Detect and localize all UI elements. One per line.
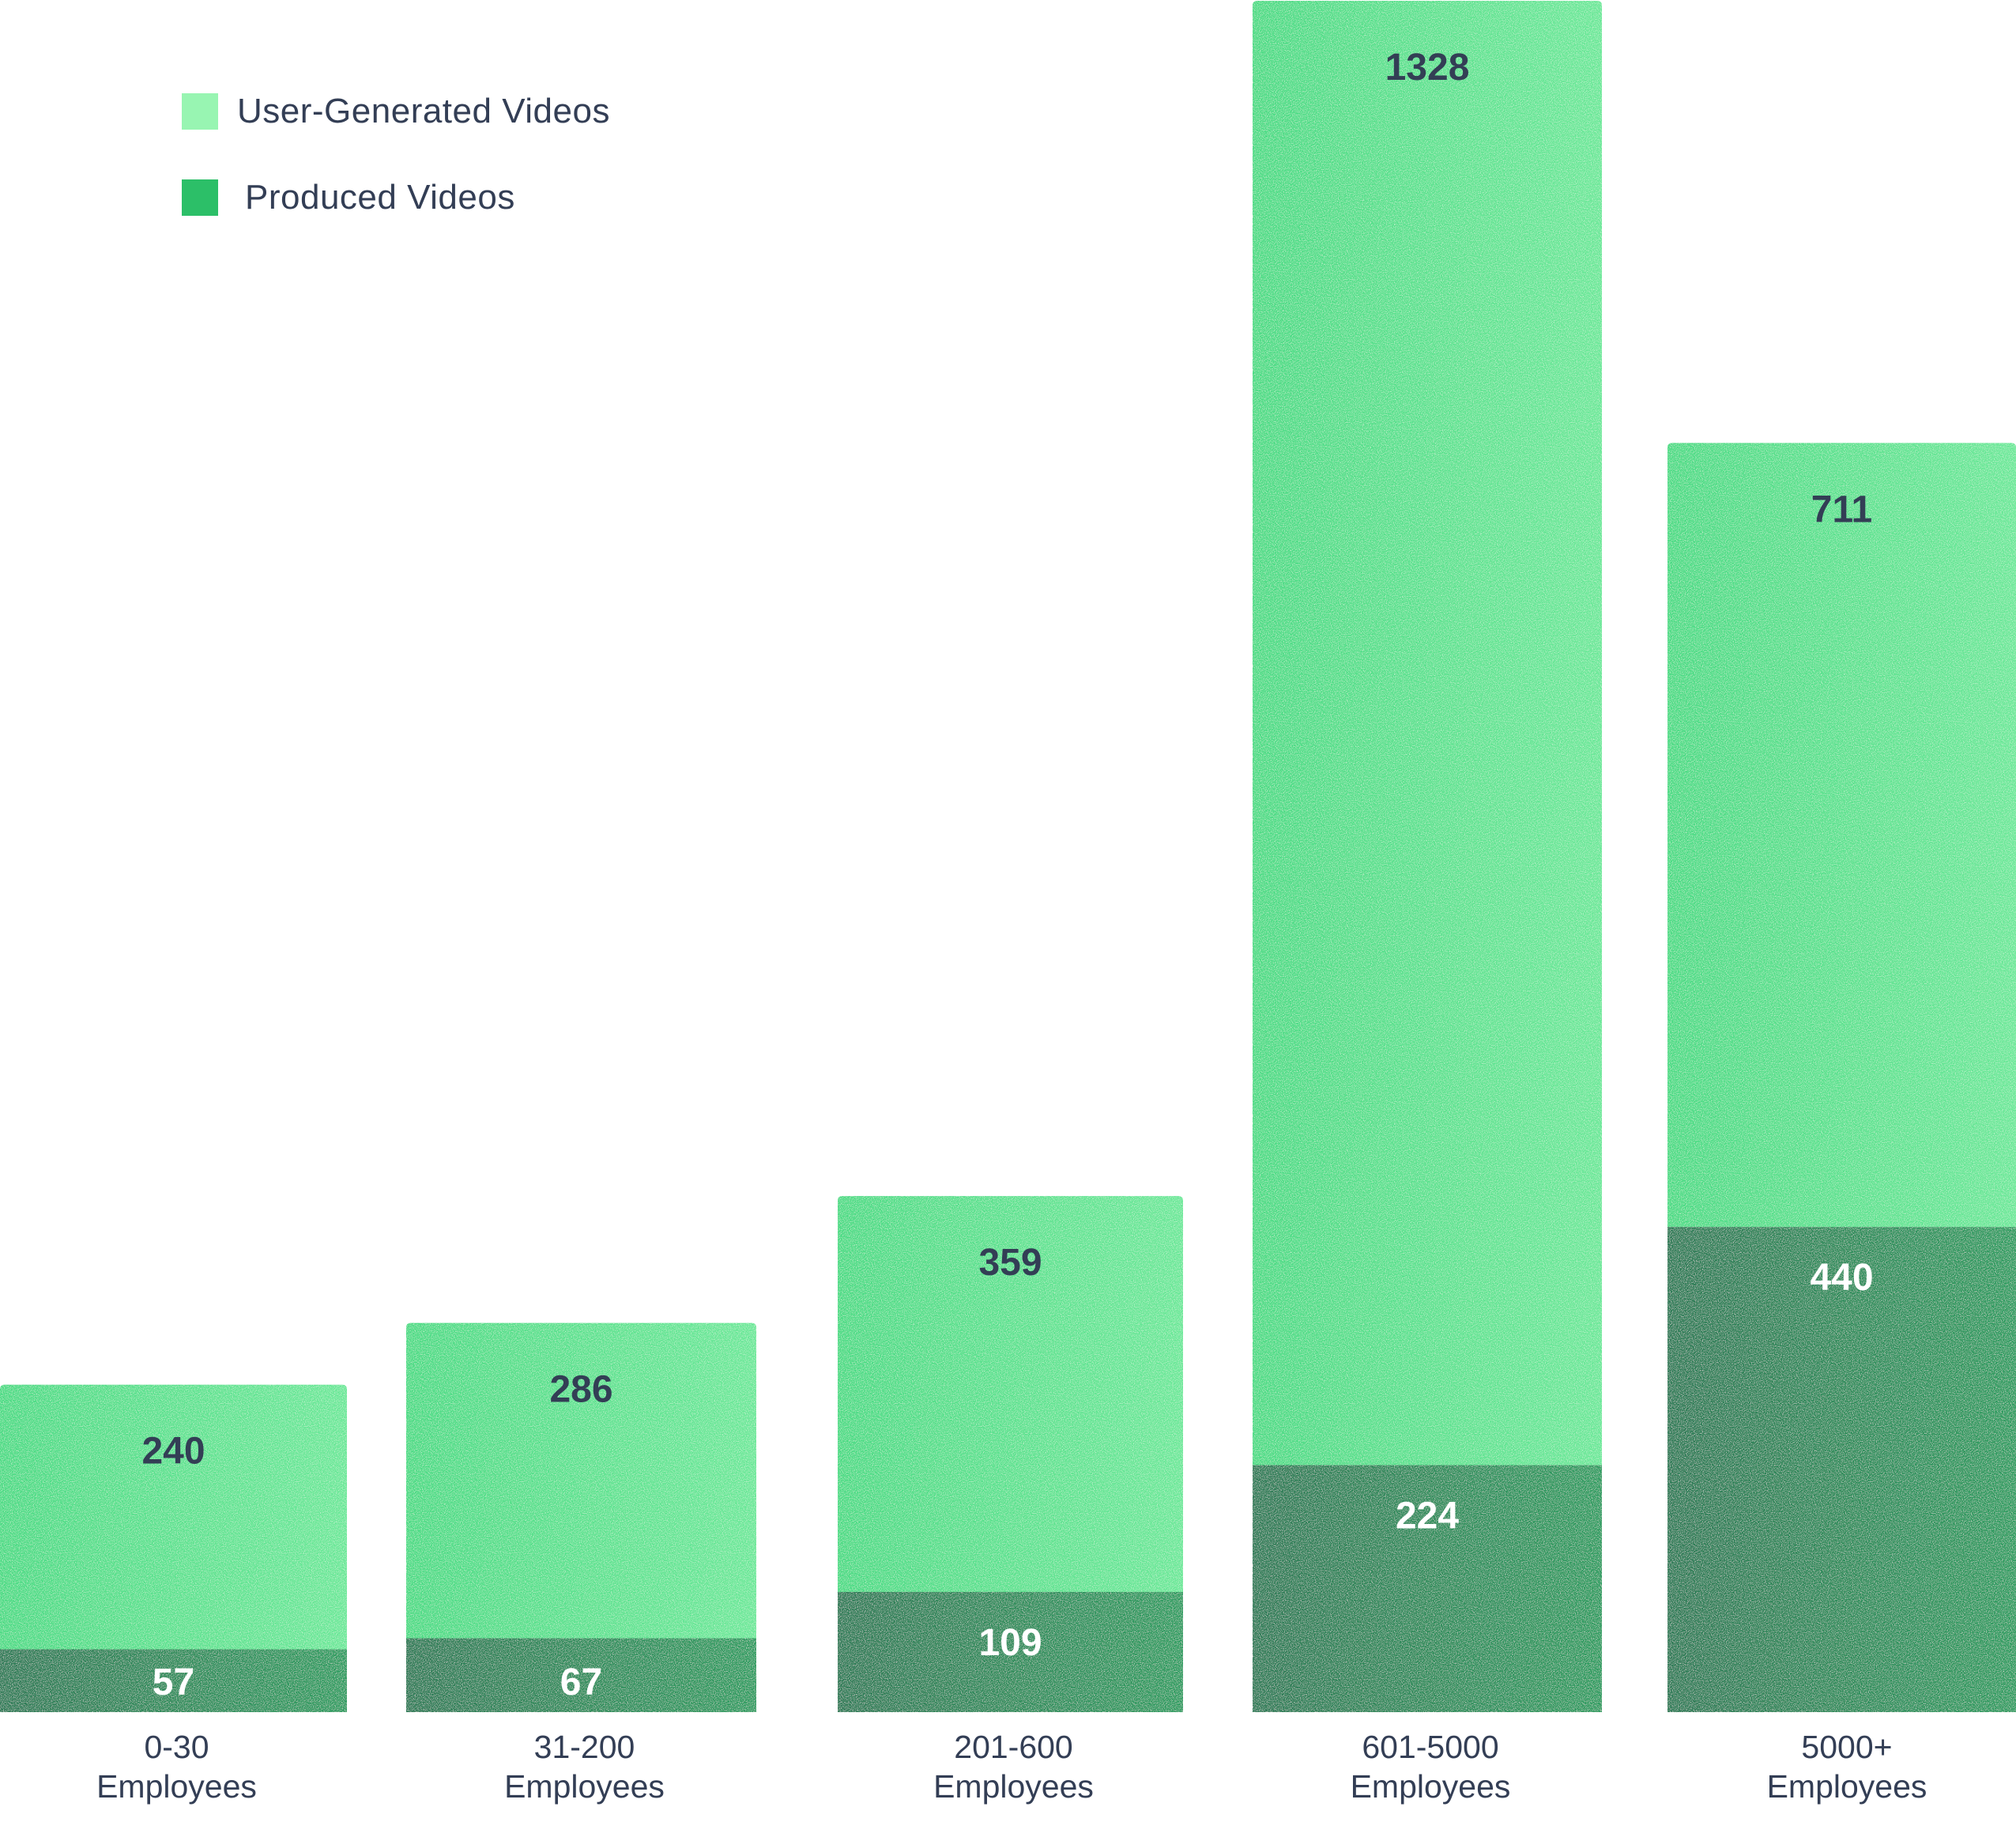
category-label-2-line-0: 201-600 bbox=[954, 1729, 1072, 1765]
category-label-0-line-0: 0-30 bbox=[144, 1729, 209, 1765]
category-label-3-line-1: Employees bbox=[1351, 1768, 1511, 1805]
value-label-produced-2: 109 bbox=[978, 1622, 1042, 1664]
value-label-user-generated-1: 286 bbox=[549, 1369, 612, 1411]
category-label-3-line-0: 601-5000 bbox=[1362, 1729, 1498, 1765]
bar-user-generated-3 bbox=[1253, 1, 1602, 1466]
category-label-0-line-1: Employees bbox=[96, 1768, 257, 1805]
value-label-user-generated-3: 1328 bbox=[1385, 47, 1470, 89]
bar-user-generated-0 bbox=[0, 1384, 347, 1650]
value-label-user-generated-2: 359 bbox=[978, 1242, 1042, 1284]
value-label-user-generated-0: 240 bbox=[141, 1431, 205, 1473]
stacked-bar-chart: 240570-30Employees2866731-200Employees35… bbox=[0, 1, 2016, 1805]
value-label-produced-3: 224 bbox=[1396, 1496, 1459, 1537]
bar-user-generated-4 bbox=[1667, 443, 2016, 1228]
value-label-user-generated-4: 711 bbox=[1811, 489, 1872, 530]
value-label-produced-0: 57 bbox=[153, 1662, 194, 1703]
category-label-2-line-1: Employees bbox=[933, 1768, 1094, 1805]
category-label-4-line-1: Employees bbox=[1767, 1768, 1927, 1805]
category-label-1-line-1: Employees bbox=[504, 1768, 665, 1805]
bar-produced-4 bbox=[1667, 1227, 2016, 1712]
category-label-1-line-0: 31-200 bbox=[534, 1729, 635, 1765]
value-label-produced-1: 67 bbox=[560, 1662, 602, 1703]
category-label-4-line-0: 5000+ bbox=[1801, 1729, 1892, 1765]
value-label-produced-4: 440 bbox=[1810, 1257, 1873, 1299]
